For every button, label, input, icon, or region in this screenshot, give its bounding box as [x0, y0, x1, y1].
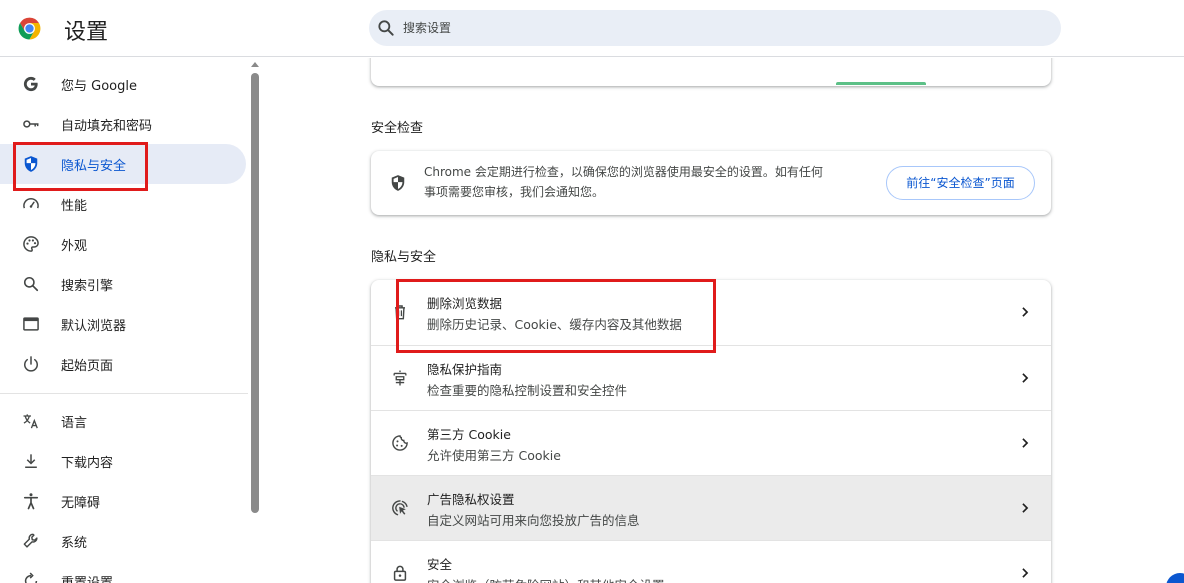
row-title: 广告隐私权设置: [427, 492, 515, 507]
sidebar-item-label: 外观: [61, 239, 88, 254]
sidebar-item-on-startup[interactable]: 起始页面: [0, 344, 246, 384]
sidebar-item-label: 隐私与安全: [61, 159, 127, 174]
translate-icon: [23, 414, 38, 429]
wrench-icon: [23, 533, 38, 548]
sidebar-item-label: 无障碍: [61, 496, 101, 511]
reset-icon: [24, 572, 38, 583]
sidebar-scrollbar[interactable]: [248, 58, 262, 583]
row-clear-browsing-data[interactable]: 删除浏览数据 删除历史记录、Cookie、缓存内容及其他数据: [371, 280, 1051, 345]
sidebar-item-label: 自动填充和密码: [61, 119, 153, 134]
sidebar-item-system[interactable]: 系统: [0, 521, 246, 561]
key-icon: [23, 120, 39, 128]
privacy-section-title: 隐私与安全: [371, 250, 437, 265]
sidebar-item-reset[interactable]: 重置设置: [0, 561, 246, 583]
row-title: 安全: [427, 557, 453, 572]
sidebar-item-label: 性能: [61, 199, 88, 214]
safety-check-description-line2: 事项需要您审核，我们会通知您。: [424, 185, 605, 199]
sidebar-item-label: 下载内容: [61, 456, 114, 471]
speedometer-icon: [23, 198, 39, 209]
trash-icon: [395, 305, 405, 320]
lock-icon: [393, 565, 407, 581]
scroll-up-arrow-icon[interactable]: [251, 62, 259, 67]
chevron-right-icon: [1022, 373, 1029, 383]
search-input[interactable]: [403, 10, 1043, 46]
privacy-guide-icon: [393, 370, 407, 386]
row-subtitle: 自定义网站可用来向您投放广告的信息: [427, 513, 640, 528]
sidebar-item-privacy-security[interactable]: 隐私与安全: [0, 144, 246, 184]
row-ad-privacy[interactable]: 广告隐私权设置 自定义网站可用来向您投放广告的信息: [371, 475, 1051, 540]
safety-check-description: Chrome 会定期进行检查，以确保您的浏览器使用最安全的设置。如有任何 事项需…: [424, 162, 864, 202]
sidebar-item-downloads[interactable]: 下载内容: [0, 441, 246, 481]
search-icon: [23, 276, 39, 292]
row-security[interactable]: 安全 安全浏览（防范危险网站）和其他安全设置: [371, 540, 1051, 583]
download-icon: [25, 454, 37, 468]
row-subtitle: 删除历史记录、Cookie、缓存内容及其他数据: [427, 317, 682, 332]
ad-privacy-icon: [392, 500, 408, 516]
sidebar-item-you-and-google[interactable]: 您与 Google: [0, 64, 246, 104]
privacy-card: 删除浏览数据 删除历史记录、Cookie、缓存内容及其他数据 隐私保护指南 检查…: [371, 280, 1051, 583]
sidebar-nav: 您与 Google 自动填充和密码 隐私与安全 性能 外观 搜索引擎 默认浏览器…: [0, 58, 262, 583]
go-to-safety-check-button[interactable]: 前往“安全检查”页面: [886, 166, 1035, 200]
sidebar-item-autofill[interactable]: 自动填充和密码: [0, 104, 246, 144]
cookie-icon: [392, 435, 408, 451]
power-icon: [24, 356, 38, 372]
sidebar-item-performance[interactable]: 性能: [0, 184, 246, 224]
row-title: 第三方 Cookie: [427, 427, 511, 442]
chevron-right-icon: [1022, 307, 1029, 317]
chrome-logo-icon: [18, 17, 41, 40]
top-bar: 设置: [0, 0, 1184, 57]
sidebar-item-label: 系统: [61, 536, 88, 551]
sidebar-item-search-engine[interactable]: 搜索引擎: [0, 264, 246, 304]
sidebar-item-appearance[interactable]: 外观: [0, 224, 246, 264]
chevron-right-icon: [1022, 568, 1029, 578]
chevron-right-icon: [1022, 438, 1029, 448]
google-g-icon: [23, 76, 38, 92]
green-indicator: [836, 82, 926, 85]
row-third-party-cookies[interactable]: 第三方 Cookie 允许使用第三方 Cookie: [371, 410, 1051, 475]
sidebar-item-label: 搜索引擎: [61, 279, 114, 294]
scrollbar-thumb[interactable]: [251, 73, 259, 513]
chevron-right-icon: [1022, 503, 1029, 513]
shield-icon: [24, 156, 38, 172]
page-title: 设置: [64, 20, 109, 45]
sidebar-item-default-browser[interactable]: 默认浏览器: [0, 304, 246, 344]
sidebar-item-label: 重置设置: [61, 572, 113, 583]
safety-check-title: 安全检查: [371, 121, 424, 136]
sidebar-divider: [0, 393, 248, 394]
safety-check-description-line1: Chrome 会定期进行检查，以确保您的浏览器使用最安全的设置。如有任何: [424, 165, 823, 179]
search-box[interactable]: [369, 10, 1061, 46]
row-subtitle: 安全浏览（防范危险网站）和其他安全设置: [427, 575, 665, 583]
sidebar-item-accessibility[interactable]: 无障碍: [0, 481, 246, 521]
sidebar-item-label: 语言: [61, 416, 88, 431]
row-subtitle: 允许使用第三方 Cookie: [427, 448, 561, 463]
row-title: 删除浏览数据: [427, 296, 503, 311]
sidebar-item-label: 您与 Google: [61, 79, 137, 94]
palette-icon: [23, 236, 39, 252]
browser-window-icon: [23, 317, 39, 331]
shield-icon: [391, 175, 405, 191]
sidebar-item-languages[interactable]: 语言: [0, 401, 246, 441]
row-subtitle: 检查重要的隐私控制设置和安全控件: [427, 383, 628, 398]
row-title: 隐私保护指南: [427, 362, 503, 377]
sidebar-item-label: 默认浏览器: [61, 319, 127, 334]
safety-check-card: Chrome 会定期进行检查，以确保您的浏览器使用最安全的设置。如有任何 事项需…: [371, 151, 1051, 215]
settings-main: 安全检查 Chrome 会定期进行检查，以确保您的浏览器使用最安全的设置。如有任…: [262, 58, 1184, 583]
search-icon: [378, 20, 394, 36]
row-privacy-guide[interactable]: 隐私保护指南 检查重要的隐私控制设置和安全控件: [371, 345, 1051, 410]
previous-card: [371, 58, 1051, 86]
accessibility-icon: [23, 493, 39, 510]
sidebar-item-label: 起始页面: [61, 359, 114, 374]
